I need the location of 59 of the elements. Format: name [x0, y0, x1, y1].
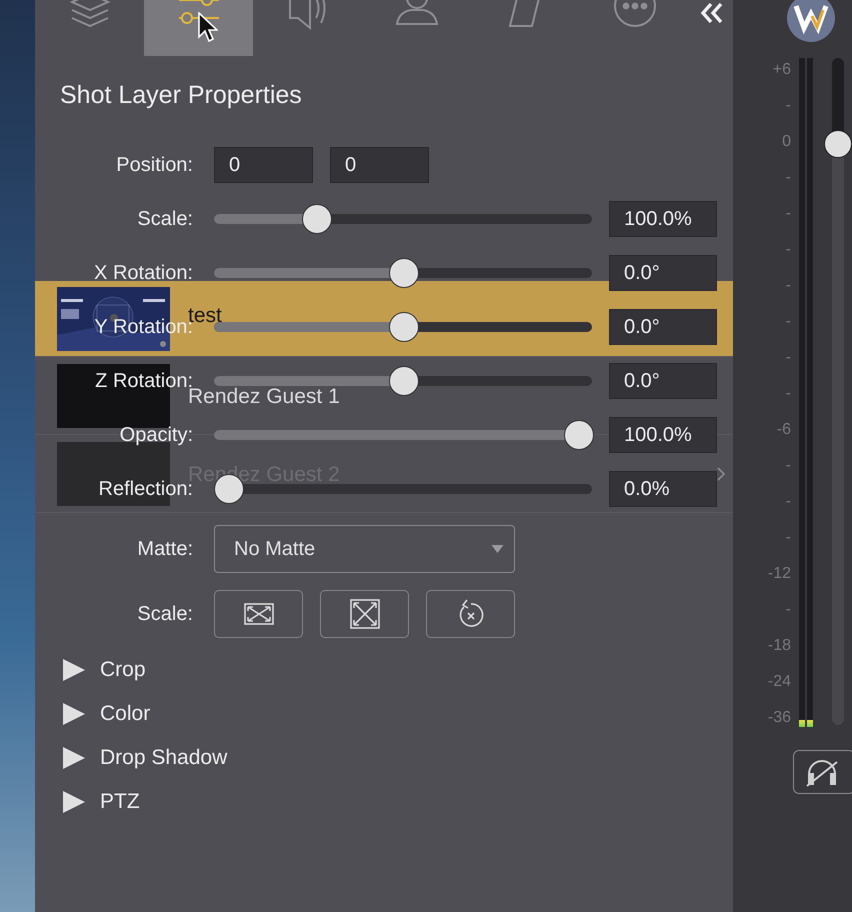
scale-label: -24 — [768, 672, 791, 692]
scale-label: -6 — [776, 420, 791, 440]
field-label: Scale: — [136, 208, 193, 230]
disclosure-row[interactable]: PTZ — [35, 780, 733, 824]
scale-label: - — [786, 204, 791, 224]
reset-button[interactable] — [426, 590, 515, 638]
field-label: Reflection: — [98, 478, 193, 500]
matte-dropdown[interactable]: No Matte — [214, 525, 515, 573]
scale-label: - — [786, 168, 791, 188]
scale-label: - — [786, 492, 791, 512]
cursor-icon — [198, 12, 218, 44]
disclosure-row[interactable]: Color — [35, 692, 733, 736]
scale-label: +6 — [772, 60, 791, 80]
scale-label: - — [786, 384, 791, 404]
slider[interactable] — [214, 204, 592, 234]
field-label: Position: — [115, 154, 193, 176]
volume-slider[interactable] — [824, 58, 852, 725]
slider[interactable] — [214, 420, 592, 450]
tab[interactable] — [144, 0, 253, 56]
value-field[interactable]: 0.0° — [609, 363, 717, 399]
fit-icon — [244, 603, 274, 625]
fill-icon — [350, 599, 380, 629]
field-label: Opacity: — [118, 424, 193, 446]
scale-label: - — [786, 600, 791, 620]
slider-thumb[interactable] — [389, 258, 419, 288]
scale-label: - — [786, 348, 791, 368]
scale-label: - — [786, 528, 791, 548]
scale-label: - — [786, 276, 791, 296]
collapse-icon[interactable] — [700, 2, 724, 24]
slider-thumb[interactable] — [564, 420, 594, 450]
scale-label: -36 — [768, 708, 791, 728]
panel-title: Shot Layer Properties — [60, 80, 303, 110]
slider-thumb[interactable] — [389, 366, 419, 396]
value-field[interactable]: 0.0% — [609, 471, 717, 507]
position-y-field[interactable]: 0 — [330, 147, 429, 183]
value-field[interactable]: 100.0% — [609, 201, 717, 237]
value-field[interactable]: 100.0% — [609, 417, 717, 453]
headphones-button[interactable] — [793, 750, 852, 794]
fit-button[interactable] — [214, 590, 303, 638]
disclosure-row[interactable]: Crop — [35, 648, 733, 692]
fill-button[interactable] — [320, 590, 409, 638]
value-field[interactable]: 0.0° — [609, 309, 717, 345]
scale-label: - — [786, 456, 791, 476]
field-label: Scale: — [136, 602, 193, 626]
value-field[interactable]: 0.0° — [609, 255, 717, 291]
disclosure-row[interactable]: Drop Shadow — [35, 736, 733, 780]
caret-icon — [491, 545, 504, 553]
scale-label: - — [786, 240, 791, 260]
scale-label: -18 — [768, 636, 791, 656]
logo-icon — [787, 0, 835, 42]
slider[interactable] — [214, 258, 592, 288]
scale-label: - — [786, 96, 791, 116]
slider-thumb[interactable] — [302, 204, 332, 234]
scale-label: 0 — [782, 132, 791, 152]
field-label: Matte: — [136, 538, 193, 560]
slider-thumb[interactable] — [824, 130, 852, 158]
position-x-field[interactable]: 0 — [214, 147, 313, 183]
scale-label: -12 — [768, 564, 791, 584]
scale-label: - — [786, 312, 791, 332]
